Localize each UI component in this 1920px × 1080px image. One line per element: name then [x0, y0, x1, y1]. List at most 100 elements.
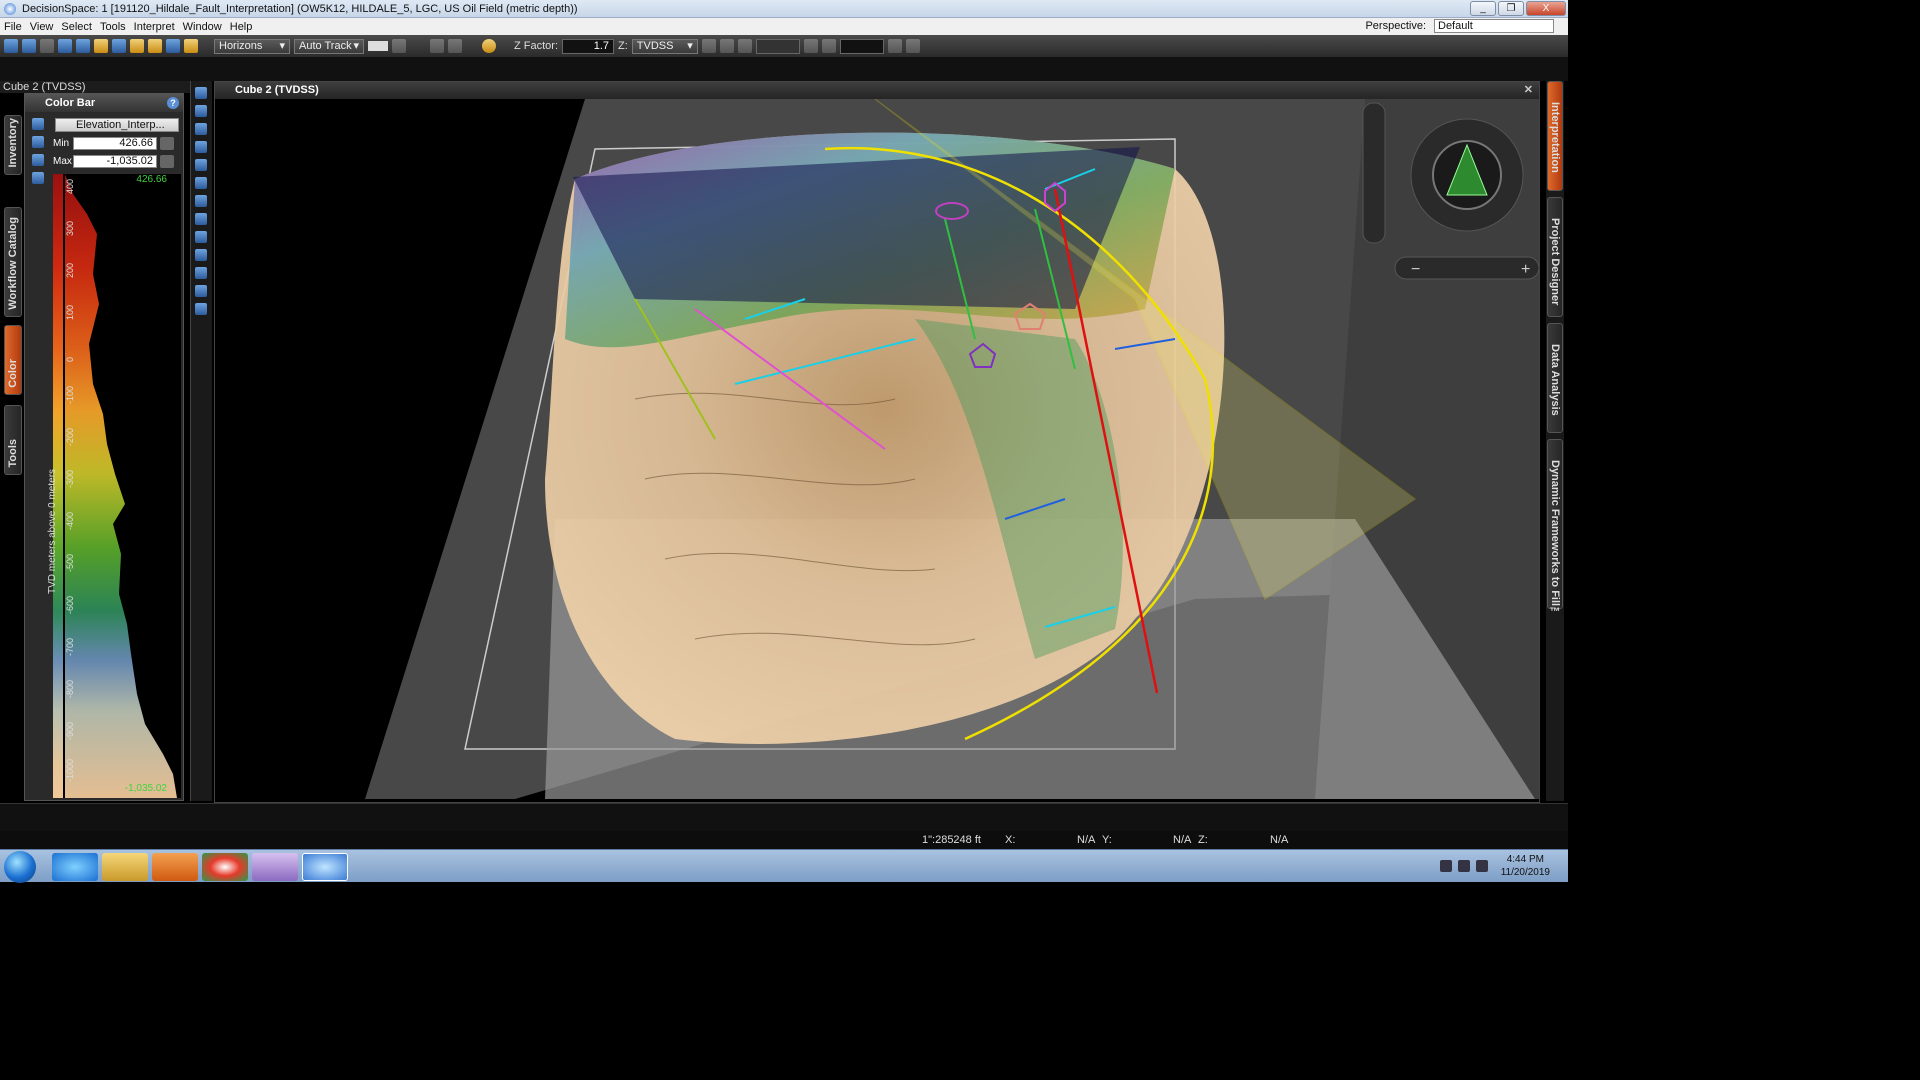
menu-interpret[interactable]: Interpret: [130, 21, 179, 33]
speaker-icon[interactable]: [1440, 860, 1452, 872]
close-button[interactable]: X: [1526, 1, 1566, 16]
clock-time: 4:44 PM: [1506, 854, 1544, 865]
paint-icon[interactable]: [252, 853, 298, 881]
horizons-select-value: Horizons: [219, 39, 263, 52]
export-icon[interactable]: [887, 39, 902, 53]
refresh-icon[interactable]: [32, 136, 44, 148]
pointer-icon[interactable]: [195, 285, 207, 297]
speed-input[interactable]: [839, 38, 884, 54]
menu-window[interactable]: Window: [179, 21, 226, 33]
left-panel-title: Cube 2 (TVDSS): [0, 81, 190, 93]
z-label: Z:: [1198, 834, 1208, 846]
tab-tools[interactable]: Tools: [4, 405, 22, 475]
tick-label: 400: [65, 178, 75, 194]
tick-label: -500: [65, 553, 75, 572]
start-button[interactable]: [4, 851, 36, 883]
project-icon[interactable]: [76, 39, 90, 53]
globe-icon[interactable]: [32, 154, 44, 166]
box-icon[interactable]: [148, 39, 162, 53]
tab-project-designer[interactable]: Project Designer: [1547, 197, 1563, 317]
decisionspace-taskbar-icon[interactable]: [302, 853, 348, 881]
document-icon[interactable]: [32, 172, 44, 184]
menu-file[interactable]: File: [0, 21, 26, 33]
hand-icon[interactable]: [195, 267, 207, 279]
frame-input[interactable]: [755, 38, 800, 54]
scale-readout: 1":285248 ft: [922, 834, 981, 846]
tab-workflow-catalog[interactable]: Workflow Catalog: [4, 207, 22, 317]
database-icon[interactable]: [94, 39, 108, 53]
tab-data-analysis[interactable]: Data Analysis: [1547, 323, 1563, 433]
min-input[interactable]: 426.66: [73, 136, 157, 150]
fit-icon[interactable]: [195, 105, 207, 117]
session-icon[interactable]: [58, 39, 72, 53]
color-axis-label: TVD meters above 0 meters: [47, 468, 58, 594]
flag-icon[interactable]: [1476, 860, 1488, 872]
menu-select[interactable]: Select: [57, 21, 96, 33]
autotrack-select[interactable]: Auto Track ▾: [294, 38, 364, 54]
play-icon[interactable]: [821, 39, 836, 53]
help-icon[interactable]: ?: [167, 97, 179, 109]
max-input[interactable]: -1,035.02: [73, 154, 157, 168]
search-icon[interactable]: [195, 123, 207, 135]
3d-scene[interactable]: − +: [215, 99, 1539, 802]
3d-viewport[interactable]: Cube 2 (TVDSS) ✕ − +: [214, 81, 1540, 803]
tab-dynamic-frameworks[interactable]: Dynamic Frameworks to Fill™: [1547, 439, 1563, 618]
minimize-button[interactable]: _: [1470, 1, 1496, 16]
palette-icon[interactable]: [32, 118, 44, 130]
status-bar: 1":285248 ft X: N/A Y: N/A Z: N/A: [0, 831, 1568, 849]
mail-icon[interactable]: [166, 39, 180, 53]
media-player-icon[interactable]: [152, 853, 198, 881]
network-icon[interactable]: [112, 39, 126, 53]
tick-label: -600: [65, 595, 75, 614]
restore-button[interactable]: ❐: [1498, 1, 1524, 16]
menu-help[interactable]: Help: [226, 21, 257, 33]
x-value: N/A: [1077, 834, 1096, 846]
home-icon[interactable]: [195, 159, 207, 171]
folder-icon[interactable]: [102, 853, 148, 881]
close-icon[interactable]: ✕: [1524, 82, 1533, 99]
layers-icon[interactable]: [195, 177, 207, 189]
network-icon[interactable]: [1458, 860, 1470, 872]
step-forward-icon[interactable]: [803, 39, 818, 53]
tab-inventory[interactable]: Inventory: [4, 115, 22, 175]
undo-icon[interactable]: [430, 39, 444, 53]
pencil-icon[interactable]: [184, 39, 198, 53]
rewind-icon[interactable]: [719, 39, 734, 53]
tab-color[interactable]: Color: [4, 325, 22, 395]
chevron-down-icon: ▾: [279, 39, 285, 52]
ie-icon[interactable]: [52, 853, 98, 881]
menu-tools[interactable]: Tools: [96, 21, 130, 33]
light-icon[interactable]: [482, 39, 496, 53]
layers-icon[interactable]: [392, 39, 406, 53]
attribute-select[interactable]: Elevation_Interp...: [55, 118, 179, 132]
horizons-select[interactable]: Horizons ▾: [214, 38, 290, 54]
select-box-icon[interactable]: [195, 249, 207, 261]
transfer-icon[interactable]: [130, 39, 144, 53]
min-reset-icon[interactable]: [160, 136, 174, 150]
new-icon[interactable]: [4, 39, 18, 53]
palette-icon[interactable]: [195, 231, 207, 243]
pause-icon[interactable]: [905, 39, 920, 53]
z-value: N/A: [1270, 834, 1289, 846]
chrome-icon[interactable]: [202, 853, 248, 881]
open-icon[interactable]: [22, 39, 36, 53]
step-back-icon[interactable]: [737, 39, 752, 53]
rotate-icon[interactable]: [195, 141, 207, 153]
pencil-icon[interactable]: [195, 303, 207, 315]
zoom-icon[interactable]: [195, 87, 207, 99]
clock[interactable]: 4:44 PM 11/20/2019: [1501, 853, 1550, 879]
perspective-select[interactable]: Default: [1434, 19, 1554, 33]
tab-interpretation[interactable]: Interpretation: [1547, 81, 1563, 191]
tab-data-analysis-label: Data Analysis: [1549, 344, 1561, 416]
max-reset-icon[interactable]: [160, 154, 174, 168]
menu-view[interactable]: View: [26, 21, 58, 33]
cube-icon[interactable]: [195, 195, 207, 207]
redo-icon[interactable]: [448, 39, 462, 53]
grid-icon[interactable]: [701, 39, 716, 53]
z-domain-select[interactable]: TVDSS ▾: [631, 38, 698, 54]
window-controls: _ ❐ X: [1470, 1, 1566, 16]
zfactor-input[interactable]: 1.7: [562, 38, 615, 54]
save-icon[interactable]: [40, 39, 54, 53]
stack-icon[interactable]: [195, 213, 207, 225]
color-swatch[interactable]: [368, 41, 388, 51]
